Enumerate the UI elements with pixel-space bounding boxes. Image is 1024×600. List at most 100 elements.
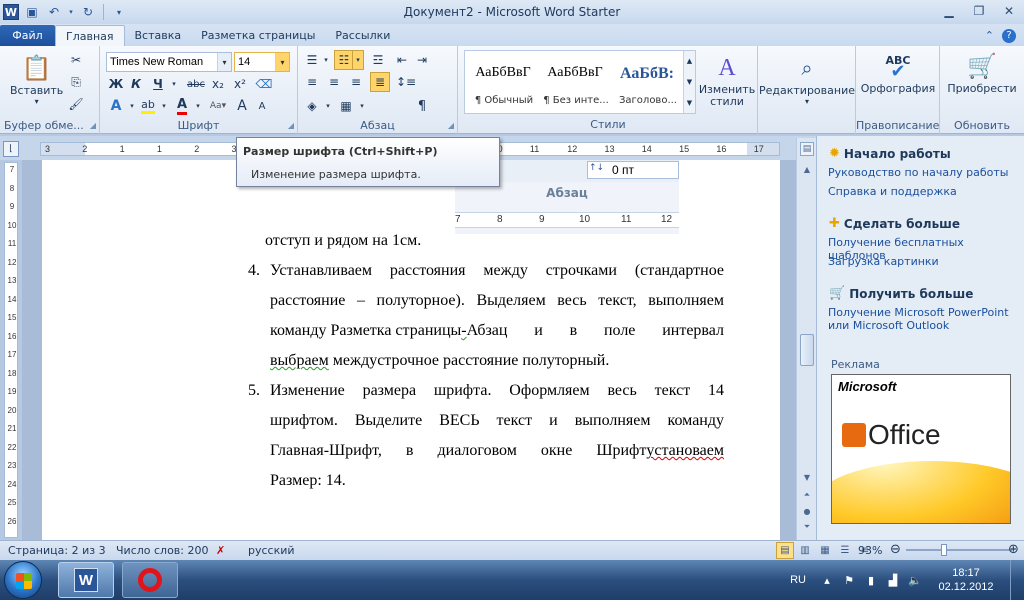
status-language[interactable]: русский [248, 544, 295, 557]
show-desktop-button[interactable] [1010, 560, 1024, 600]
link-clipart[interactable]: Загрузка картинки [828, 255, 1018, 268]
underline-dropdown-icon[interactable]: ▾ [164, 74, 184, 94]
style-no-spacing[interactable]: АаБбВвГ ¶ Без инте... [539, 53, 611, 111]
numbering-dropdown-icon[interactable]: ▾ [352, 50, 364, 70]
font-name-dropdown-icon[interactable]: ▾ [217, 53, 231, 71]
zoom-in-icon[interactable]: ⊕ [1008, 542, 1019, 557]
grow-font-button[interactable]: A [232, 96, 252, 116]
shading-dropdown-icon[interactable]: ▾ [318, 96, 338, 116]
taskbar-word-button[interactable]: W [58, 562, 114, 598]
copy-icon[interactable]: ⎘ [66, 72, 86, 92]
redo-icon[interactable]: ↻ [79, 3, 97, 21]
vertical-ruler[interactable]: 7 8 9 10 11 12 13 14 15 16 17 18 19 20 21 22 23 24 25 26 [4, 162, 18, 538]
font-color-dropdown-icon[interactable]: ▾ [188, 96, 208, 116]
align-right-icon[interactable]: ≡ [346, 72, 366, 92]
volume-icon[interactable]: 🔈 [907, 572, 923, 588]
previous-page-icon[interactable]: ⏶ [800, 488, 814, 502]
minimize-icon[interactable]: ▁ [934, 0, 964, 22]
word-app-icon[interactable]: W [3, 4, 19, 20]
styles-down-icon[interactable]: ▼ [687, 78, 692, 86]
close-icon[interactable]: ✕ [994, 0, 1024, 22]
clock[interactable]: 18:17 02.12.2012 [926, 566, 1006, 594]
help-icon[interactable]: ? [1002, 28, 1016, 43]
ruler-toggle-icon[interactable]: ▤ [800, 142, 814, 156]
tab-file[interactable]: Файл [0, 25, 55, 46]
status-page[interactable]: Страница: 2 из 3 [8, 544, 106, 557]
bold-button[interactable]: Ж [106, 74, 126, 94]
undo-icon[interactable]: ↶ [45, 3, 63, 21]
next-page-icon[interactable]: ⏷ [800, 520, 814, 534]
purchase-button[interactable]: 🛒 Приобрести [944, 50, 1020, 95]
numbering-icon[interactable]: ☷ [334, 50, 354, 70]
change-styles-button[interactable]: A Изменить стили [698, 52, 756, 108]
document-page[interactable]: 0 пт ↑↓ Абзац 7 8 9 10 11 12 отступ и ря… [42, 160, 780, 540]
font-size-dropdown-icon[interactable]: ▾ [275, 53, 289, 71]
change-case-icon[interactable]: Aa▾ [208, 96, 228, 116]
web-layout-icon[interactable]: ▦ [816, 542, 834, 559]
proofing-status-icon[interactable]: ✗ [216, 544, 225, 557]
paste-button[interactable]: 📋 Вставить ▾ [10, 52, 63, 106]
restore-icon[interactable]: ❐ [964, 0, 994, 22]
start-button[interactable] [4, 561, 42, 599]
tab-home[interactable]: Главная [55, 25, 125, 46]
zoom-level[interactable]: 93% [858, 544, 882, 557]
zoom-slider-thumb[interactable] [941, 544, 948, 556]
decrease-indent-icon[interactable]: ⇤ [392, 50, 412, 70]
clear-formatting-icon[interactable]: ⌫ [254, 74, 274, 94]
tab-page-layout[interactable]: Разметка страницы [191, 25, 325, 46]
save-icon[interactable]: ▣ [23, 3, 41, 21]
highlight-dropdown-icon[interactable]: ▾ [154, 96, 174, 116]
increase-indent-icon[interactable]: ⇥ [412, 50, 432, 70]
tab-mailings[interactable]: Рассылки [325, 25, 400, 46]
battery-icon[interactable]: ▮ [863, 572, 879, 588]
align-left-icon[interactable]: ≡ [302, 72, 322, 92]
subscript-button[interactable]: x₂ [208, 74, 228, 94]
strikethrough-button[interactable]: abc [186, 74, 206, 94]
zoom-out-icon[interactable]: ⊖ [890, 542, 901, 557]
undo-dropdown-icon[interactable]: ▾ [67, 3, 75, 21]
full-screen-icon[interactable]: ▥ [796, 542, 814, 559]
justify-icon[interactable]: ≣ [370, 72, 390, 92]
outline-icon[interactable]: ☰ [836, 542, 854, 559]
network-icon[interactable]: ▟ [885, 572, 901, 588]
show-formatting-button[interactable]: ¶ [412, 96, 432, 116]
align-center-icon[interactable]: ≡ [324, 72, 344, 92]
multilevel-list-icon[interactable]: ☲ [368, 50, 388, 70]
tab-insert[interactable]: Вставка [125, 25, 192, 46]
zoom-slider[interactable] [906, 549, 1012, 551]
browse-object-icon[interactable]: ● [800, 504, 814, 518]
bullets-dropdown-icon[interactable]: ▾ [316, 50, 336, 70]
shrink-font-button[interactable]: A [252, 96, 272, 116]
cut-icon[interactable]: ✂ [66, 50, 86, 70]
customize-qat-icon[interactable]: ▾ [110, 3, 128, 21]
font-name-combo[interactable]: Times New Roman ▾ [106, 52, 232, 72]
font-size-combo[interactable]: 14 ▾ [234, 52, 290, 72]
taskbar-opera-button[interactable] [122, 562, 178, 598]
link-powerpoint-outlook[interactable]: Получение Microsoft PowerPoint или Micro… [828, 306, 1018, 332]
link-help-support[interactable]: Справка и поддержка [828, 185, 1018, 198]
italic-button[interactable]: К [126, 74, 146, 94]
language-indicator[interactable]: RU [790, 574, 806, 586]
styles-more-icon[interactable]: ▼ [687, 99, 692, 107]
tab-selector-icon[interactable]: ⌊ [3, 141, 19, 157]
office-ad-banner[interactable]: Microsoft Office [831, 374, 1011, 524]
superscript-button[interactable]: x² [230, 74, 250, 94]
spelling-button[interactable]: ABC ✔ Орфография [860, 50, 936, 95]
action-center-icon[interactable]: ⚑ [841, 572, 857, 588]
minimize-ribbon-icon[interactable]: ⌃ [985, 29, 994, 42]
paragraph-launcher-icon[interactable]: ◢ [448, 121, 454, 130]
show-hidden-icons[interactable]: ▴ [819, 572, 835, 588]
borders-dropdown-icon[interactable]: ▾ [352, 96, 372, 116]
line-spacing-icon[interactable]: ↕≡ [396, 72, 416, 92]
clipboard-launcher-icon[interactable]: ◢ [90, 121, 96, 130]
scroll-thumb[interactable] [800, 334, 814, 366]
status-word-count[interactable]: Число слов: 200 [116, 544, 209, 557]
editing-button[interactable]: ⌕ Редактирование ▾ [759, 52, 855, 106]
scroll-up-icon[interactable]: ▲ [800, 162, 814, 176]
style-heading-1[interactable]: АаБбВ: Заголово... [611, 53, 683, 111]
styles-up-icon[interactable]: ▲ [687, 57, 692, 65]
format-painter-icon[interactable]: 🖌 [66, 94, 86, 114]
style-normal[interactable]: АаБбВвГ ¶ Обычный [467, 53, 539, 111]
font-launcher-icon[interactable]: ◢ [288, 121, 294, 130]
vertical-scrollbar[interactable]: ▤ ▲ ▼ ⏶ ● ⏷ [796, 138, 816, 540]
